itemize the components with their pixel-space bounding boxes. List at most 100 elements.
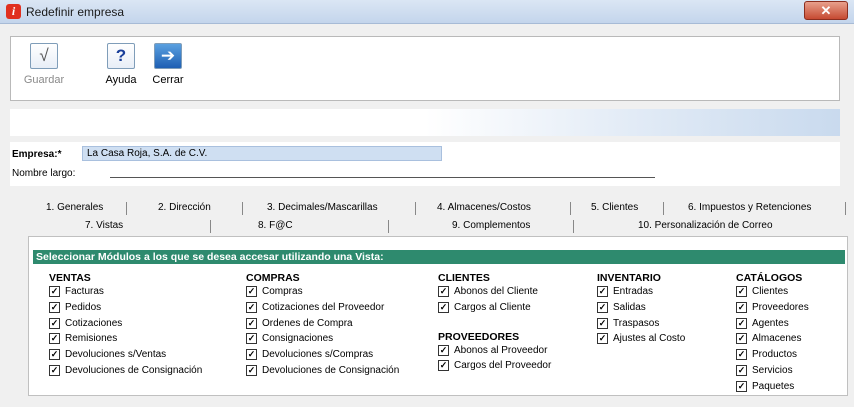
checkbox-cotizaciones[interactable]: ✓ Cotizaciones	[49, 316, 202, 332]
tab-divider	[570, 202, 571, 215]
checkbox-cotizaciones-proveedor[interactable]: ✓ Cotizaciones del Proveedor	[246, 300, 399, 316]
compras-title: COMPRAS	[246, 272, 300, 284]
checkbox-icon: ✓	[246, 317, 257, 329]
checkbox-cat-paquetes[interactable]: ✓ Paquetes	[736, 379, 809, 395]
tab-divider	[663, 202, 664, 215]
checkbox-icon: ✓	[49, 286, 60, 297]
checkbox-icon: ✓	[49, 364, 60, 376]
tab-clientes[interactable]: 5. Clientes	[591, 202, 638, 213]
tab-almacenes-costos[interactable]: 4. Almacenes/Costos	[437, 202, 531, 213]
tab-divider	[415, 202, 416, 215]
company-form: Empresa:* La Casa Roja, S.A. de C.V. Nom…	[10, 142, 840, 186]
checkbox-icon: ✓	[246, 286, 257, 297]
checkbox-cat-servicios[interactable]: ✓ Servicios	[736, 363, 809, 379]
window-title: Redefinir empresa	[26, 5, 125, 19]
checkbox-icon: ✓	[597, 286, 608, 297]
empresa-label: Empresa:*	[12, 149, 62, 160]
checkbox-icon: ✓	[438, 360, 449, 372]
checkbox-icon: ✓	[736, 364, 747, 376]
tab-complementos[interactable]: 9. Complementos	[452, 220, 530, 231]
tab-divider	[242, 202, 243, 215]
nombre-largo-field[interactable]	[110, 177, 655, 178]
app-icon: i	[6, 4, 21, 19]
panel-header: Seleccionar Módulos a los que se desea a…	[33, 250, 845, 264]
checkbox-cat-proveedores[interactable]: ✓ Proveedores	[736, 300, 809, 316]
checkbox-icon: ✓	[736, 301, 747, 313]
checkbox-icon: ✓	[438, 344, 449, 356]
checkbox-icon: ✓	[736, 380, 747, 392]
checkbox-cargos-proveedor[interactable]: ✓ Cargos del Proveedor	[438, 358, 551, 374]
checkbox-consignaciones[interactable]: ✓ Consignaciones	[246, 331, 399, 347]
tab-strip: 1. Generales 2. Dirección 3. Decimales/M…	[30, 200, 850, 236]
checkbox-icon: ✓	[438, 301, 449, 313]
checkbox-icon: ✓	[246, 301, 257, 313]
tab-personalizacion-correo[interactable]: 10. Personalización de Correo	[638, 220, 773, 231]
tab-divider	[845, 202, 846, 215]
checkbox-cat-almacenes[interactable]: ✓ Almacenes	[736, 331, 809, 347]
checkbox-pedidos[interactable]: ✓ Pedidos	[49, 300, 202, 316]
window: i Redefinir empresa ✕ √ Guardar ? Ayuda …	[0, 0, 854, 407]
close-button-label: Cerrar	[152, 74, 184, 86]
save-button[interactable]: √ Guardar	[19, 43, 69, 97]
checkbox-icon: ✓	[597, 317, 608, 329]
checkbox-facturas[interactable]: ✓ Facturas	[49, 284, 202, 300]
catalogos-column: CATÁLOGOS ✓ Clientes ✓ Proveedores ✓ Agente…	[736, 273, 809, 395]
checkbox-cat-agentes[interactable]: ✓ Agentes	[736, 316, 809, 332]
title-bar: i Redefinir empresa ✕	[0, 0, 854, 24]
checkbox-icon: ✓	[597, 333, 608, 345]
tab-divider	[388, 220, 389, 233]
checkbox-icon: ✓	[246, 349, 257, 361]
checkbox-compras[interactable]: ✓ Compras	[246, 284, 399, 300]
check-icon: √	[30, 43, 58, 69]
checkbox-icon: ✓	[736, 333, 747, 345]
close-button[interactable]: ➔ Cerrar	[148, 43, 188, 97]
checkbox-icon: ✓	[736, 286, 747, 297]
tab-vistas[interactable]: 7. Vistas	[85, 220, 123, 231]
checkbox-salidas[interactable]: ✓ Salidas	[597, 300, 685, 316]
checkbox-devoluciones-ventas[interactable]: ✓ Devoluciones s/Ventas	[49, 347, 202, 363]
empresa-field[interactable]: La Casa Roja, S.A. de C.V.	[82, 146, 442, 161]
clientes-column: CLIENTES ✓ Abonos del Cliente ✓ Cargos al …	[438, 273, 551, 374]
checkbox-remisiones[interactable]: ✓ Remisiones	[49, 331, 202, 347]
checkbox-devoluciones-compras[interactable]: ✓ Devoluciones s/Compras	[246, 347, 399, 363]
tab-fac[interactable]: 8. F@C	[258, 220, 293, 231]
help-button[interactable]: ? Ayuda	[101, 43, 141, 97]
checkbox-ordenes-compra[interactable]: ✓ Ordenes de Compra	[246, 316, 399, 332]
tab-impuestos[interactable]: 6. Impuestos y Retenciones	[688, 202, 811, 213]
checkbox-icon: ✓	[736, 349, 747, 361]
compras-column: COMPRAS ✓ Compras ✓ Cotizaciones del Prove…	[246, 273, 399, 379]
checkbox-abonos-cliente[interactable]: ✓ Abonos del Cliente	[438, 284, 551, 300]
checkbox-icon: ✓	[736, 317, 747, 329]
nombre-largo-label: Nombre largo:	[12, 168, 76, 179]
tab-direccion[interactable]: 2. Dirección	[158, 202, 211, 213]
ventas-column: VENTAS ✓ Facturas ✓ Pedidos ✓ Cotizaciones …	[49, 273, 202, 379]
help-icon: ?	[107, 43, 135, 69]
tab-divider	[126, 202, 127, 215]
checkbox-devoluciones-consignacion-ventas[interactable]: ✓ Devoluciones de Consignación	[49, 363, 202, 379]
tab-generales[interactable]: 1. Generales	[46, 202, 103, 213]
checkbox-icon: ✓	[246, 364, 257, 376]
checkbox-icon: ✓	[597, 301, 608, 313]
checkbox-cat-clientes[interactable]: ✓ Clientes	[736, 284, 809, 300]
ventas-title: VENTAS	[49, 272, 91, 284]
close-window-button[interactable]: ✕	[804, 1, 848, 20]
inventario-title: INVENTARIO	[597, 272, 661, 284]
checkbox-icon: ✓	[49, 301, 60, 313]
banner-band	[10, 109, 840, 136]
tab-divider	[573, 220, 574, 233]
checkbox-ajustes-costo[interactable]: ✓ Ajustes al Costo	[597, 331, 685, 347]
clientes-title: CLIENTES	[438, 272, 490, 284]
help-button-label: Ayuda	[105, 74, 137, 86]
checkbox-icon: ✓	[246, 333, 257, 345]
checkbox-cargos-cliente[interactable]: ✓ Cargos al Cliente	[438, 300, 551, 316]
proveedores-title: PROVEEDORES	[438, 330, 520, 343]
checkbox-entradas[interactable]: ✓ Entradas	[597, 284, 685, 300]
checkbox-icon: ✓	[49, 317, 60, 329]
checkbox-devoluciones-consignacion-compras[interactable]: ✓ Devoluciones de Consignación	[246, 363, 399, 379]
tab-decimales[interactable]: 3. Decimales/Mascarillas	[267, 202, 378, 213]
vistas-panel: Seleccionar Módulos a los que se desea a…	[28, 236, 848, 396]
checkbox-cat-productos[interactable]: ✓ Productos	[736, 347, 809, 363]
checkbox-traspasos[interactable]: ✓ Traspasos	[597, 316, 685, 332]
checkbox-abonos-proveedor[interactable]: ✓ Abonos al Proveedor	[438, 343, 551, 359]
